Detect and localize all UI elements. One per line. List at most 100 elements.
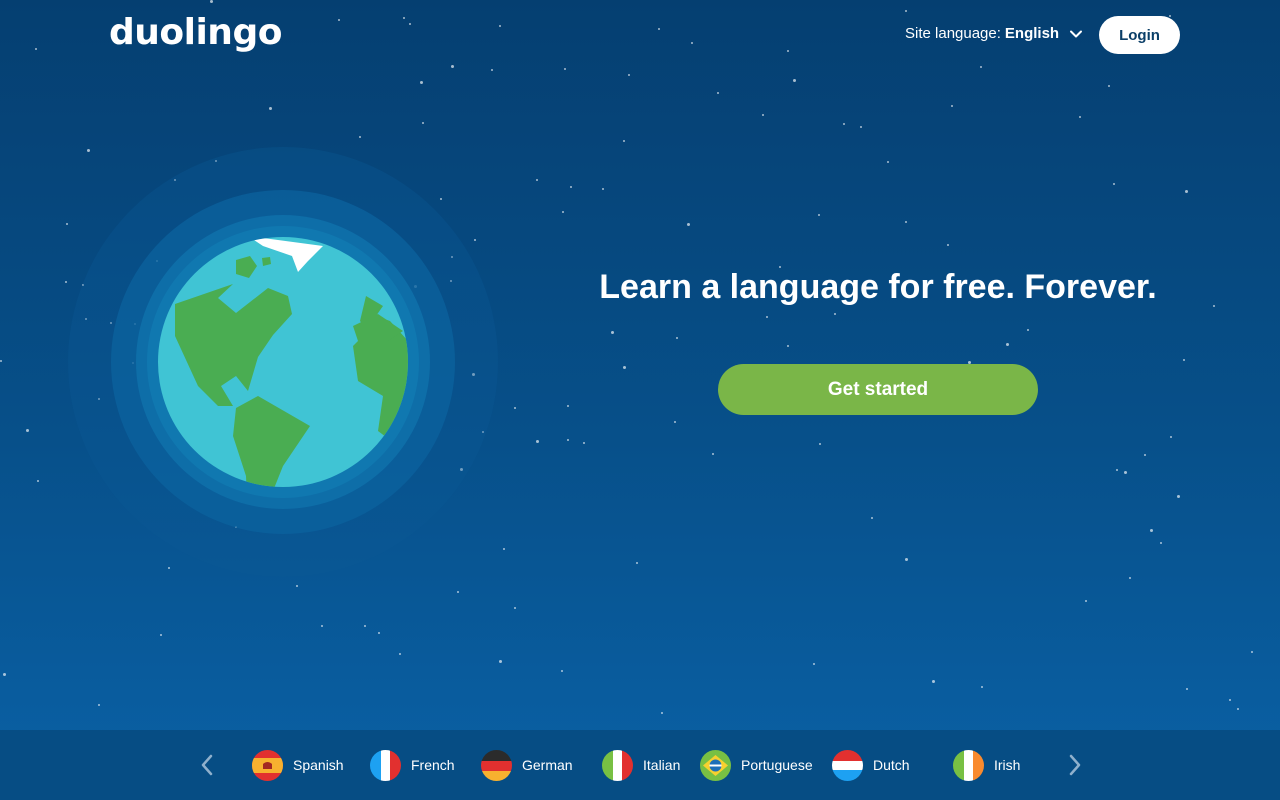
- star: [712, 453, 714, 455]
- star: [676, 337, 678, 339]
- star: [981, 686, 983, 688]
- language-label: Irish: [994, 757, 1021, 773]
- star: [636, 562, 638, 564]
- star: [623, 140, 625, 142]
- login-button[interactable]: Login: [1099, 16, 1180, 54]
- star: [1116, 469, 1118, 471]
- star: [905, 221, 907, 223]
- star: [514, 607, 516, 609]
- language-item-irish[interactable]: Irish: [953, 749, 1020, 781]
- site-language-selector[interactable]: Site language: English: [905, 25, 1083, 42]
- star: [687, 223, 690, 226]
- star: [1170, 436, 1172, 438]
- star: [871, 517, 873, 519]
- star: [611, 331, 614, 334]
- language-label: Italian: [643, 757, 681, 773]
- star: [843, 123, 845, 125]
- star: [26, 429, 29, 432]
- star: [819, 443, 821, 445]
- star: [399, 653, 401, 655]
- site-language-value: English: [1004, 25, 1060, 42]
- star: [1186, 688, 1188, 690]
- star: [674, 421, 676, 423]
- star: [1006, 343, 1009, 346]
- star: [364, 625, 366, 627]
- star: [378, 632, 380, 634]
- star: [321, 625, 323, 627]
- star: [1160, 542, 1162, 544]
- star: [717, 92, 719, 94]
- site-language-label: Site language:: [905, 25, 1001, 42]
- brazil-flag-icon: [700, 749, 731, 781]
- star: [813, 663, 815, 665]
- star: [1124, 471, 1127, 474]
- globe-illustration: [58, 136, 513, 591]
- language-item-dutch[interactable]: Dutch: [832, 749, 910, 781]
- star: [1144, 454, 1146, 456]
- star: [818, 214, 820, 216]
- germany-flag-icon: [481, 749, 512, 781]
- spain-flag-icon: [252, 749, 283, 781]
- language-item-italian[interactable]: Italian: [602, 749, 680, 781]
- star: [932, 680, 935, 683]
- star: [1108, 85, 1110, 87]
- chevron-left-icon[interactable]: [196, 752, 220, 778]
- star: [567, 439, 569, 441]
- star: [1177, 495, 1180, 498]
- top-nav: duolingo Site language: English Login: [0, 0, 1280, 70]
- star: [98, 704, 100, 706]
- chevron-right-icon[interactable]: [1062, 752, 1086, 778]
- star: [499, 660, 502, 663]
- language-item-portuguese[interactable]: Portuguese: [700, 749, 813, 781]
- star: [536, 179, 538, 181]
- star: [951, 105, 953, 107]
- star: [457, 591, 459, 593]
- language-item-german[interactable]: German: [481, 749, 573, 781]
- star: [420, 81, 423, 84]
- star: [422, 122, 424, 124]
- star: [562, 211, 564, 213]
- star: [793, 79, 796, 82]
- star: [37, 480, 39, 482]
- star: [628, 74, 630, 76]
- chevron-down-icon: [1070, 30, 1083, 37]
- star: [1085, 600, 1087, 602]
- star: [1129, 577, 1131, 579]
- star: [1237, 708, 1239, 710]
- star: [1213, 305, 1215, 307]
- star: [762, 114, 764, 116]
- hero-headline: Learn a language for free. Forever.: [599, 268, 1157, 306]
- language-item-french[interactable]: French: [370, 749, 455, 781]
- language-label: French: [411, 757, 455, 773]
- star: [0, 360, 2, 362]
- star: [1183, 359, 1185, 361]
- language-label: Dutch: [873, 757, 910, 773]
- language-label: German: [522, 757, 573, 773]
- star: [583, 442, 585, 444]
- star: [834, 313, 836, 315]
- star: [536, 440, 539, 443]
- star: [1027, 329, 1029, 331]
- star: [623, 366, 626, 369]
- star: [860, 126, 862, 128]
- star: [766, 316, 768, 318]
- star: [1185, 190, 1188, 193]
- italy-flag-icon: [602, 749, 633, 781]
- language-carousel: Spanish French German Italian Portuguese…: [0, 730, 1280, 800]
- star: [1150, 529, 1153, 532]
- star: [947, 244, 949, 246]
- france-flag-icon: [370, 749, 401, 781]
- star: [1113, 183, 1115, 185]
- star: [1251, 651, 1253, 653]
- star: [661, 712, 663, 714]
- star: [887, 161, 889, 163]
- star: [160, 634, 162, 636]
- ireland-flag-icon: [953, 749, 984, 781]
- star: [514, 407, 516, 409]
- star: [1229, 699, 1231, 701]
- language-item-spanish[interactable]: Spanish: [252, 749, 344, 781]
- get-started-button[interactable]: Get started: [718, 364, 1038, 415]
- language-label: Spanish: [293, 757, 344, 773]
- duolingo-logo[interactable]: duolingo: [109, 12, 282, 53]
- star: [1079, 116, 1081, 118]
